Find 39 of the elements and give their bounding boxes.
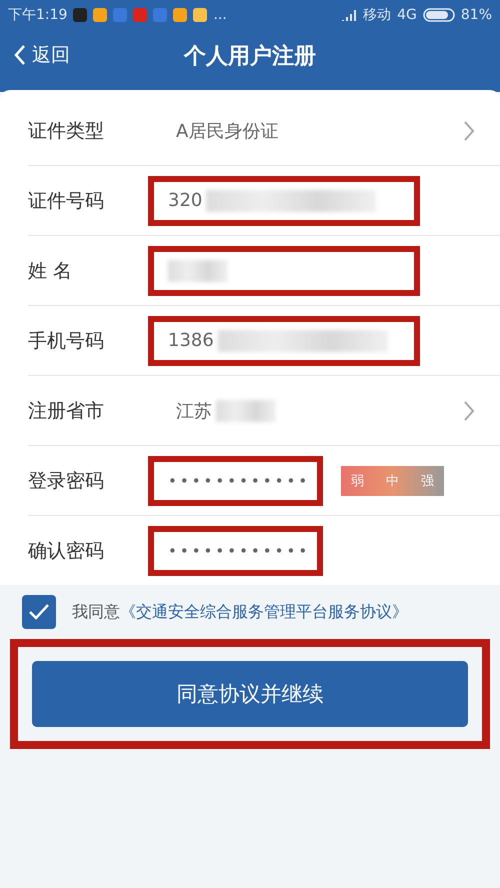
chevron-right-icon: [462, 400, 476, 422]
input-field[interactable]: [148, 246, 420, 296]
select-field[interactable]: A居民身份证: [162, 118, 462, 142]
battery-level: 81%: [460, 7, 492, 23]
app-notification-icon: [173, 8, 188, 22]
agreement-link[interactable]: 《交通安全综合服务管理平台服务协议》: [120, 602, 408, 620]
signal-icon: [341, 9, 358, 21]
field-label: 证件号码: [28, 188, 105, 214]
page-title: 个人用户注册: [184, 43, 316, 71]
app-notification-icon: [113, 8, 128, 22]
app-notification-icon: [133, 8, 148, 22]
app-notification-icon: [93, 8, 108, 22]
checkmark-icon: [28, 603, 50, 621]
password-strength-meter: 弱 中 强: [341, 466, 444, 496]
more-notifications: ...: [213, 7, 227, 23]
input-field[interactable]: 1386: [148, 316, 420, 366]
field-label: 注册省市: [28, 398, 105, 424]
field-label: 登录密码: [28, 468, 105, 494]
submit-button[interactable]: 同意协议并继续: [32, 661, 468, 727]
password-field[interactable]: ••••••••••••: [148, 526, 323, 576]
field-label: 确认密码: [28, 538, 105, 564]
input-field[interactable]: 320: [148, 176, 420, 226]
battery-icon: [422, 8, 455, 22]
network-type: 4G: [397, 7, 417, 23]
agreement-checkbox[interactable]: [22, 595, 56, 629]
agreement-text: 我同意《交通安全综合服务管理平台服务协议》: [72, 602, 408, 622]
select-field[interactable]: 江苏: [162, 398, 462, 422]
back-button[interactable]: 返回: [14, 42, 70, 68]
status-time: 下午1:19: [8, 6, 68, 24]
chevron-right-icon: [462, 120, 476, 142]
app-notification-icon: [193, 8, 208, 22]
field-label: 证件类型: [28, 118, 105, 144]
app-notification-icon: [73, 8, 88, 22]
field-label: 姓 名: [28, 258, 74, 284]
carrier-name: 移动: [363, 6, 392, 24]
chevron-left-icon: [14, 44, 26, 66]
password-field[interactable]: ••••••••••••: [148, 456, 323, 506]
field-label: 手机号码: [28, 328, 105, 354]
app-notification-icon: [153, 8, 168, 22]
